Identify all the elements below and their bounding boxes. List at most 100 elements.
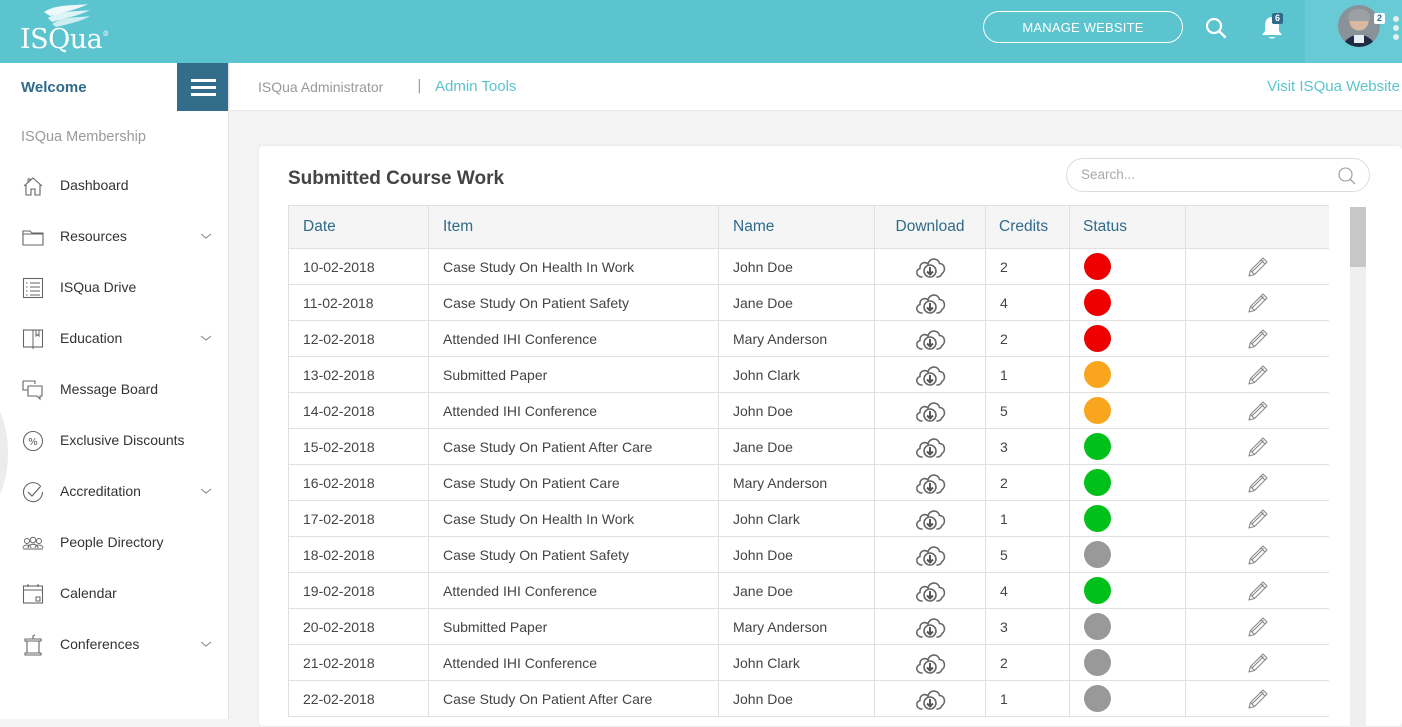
- manage-website-button[interactable]: MANAGE WEBSITE: [983, 11, 1183, 43]
- user-avatar[interactable]: [1338, 5, 1380, 47]
- cell-edit[interactable]: [1185, 356, 1329, 393]
- breadcrumb-current[interactable]: Admin Tools: [435, 78, 516, 95]
- sidebar-item-isqua-drive[interactable]: ISQua Drive: [0, 263, 228, 314]
- cell-edit[interactable]: [1185, 572, 1329, 609]
- column-header-name[interactable]: Name: [718, 205, 875, 249]
- chevron-down-icon[interactable]: [200, 333, 212, 343]
- table-row[interactable]: 22-02-2018 Case Study On Patient After Ca…: [288, 680, 1329, 717]
- cell-download[interactable]: [874, 428, 986, 465]
- cloud-download-icon[interactable]: [913, 254, 947, 280]
- chevron-down-icon[interactable]: [200, 486, 212, 496]
- cloud-download-icon[interactable]: [913, 470, 947, 496]
- search-icon[interactable]: [1204, 16, 1228, 40]
- cell-download[interactable]: [874, 284, 986, 321]
- column-header-status[interactable]: Status: [1069, 205, 1186, 249]
- scrollbar-thumb[interactable]: [1350, 207, 1366, 267]
- edit-pencil-icon[interactable]: [1246, 327, 1270, 351]
- search-input[interactable]: [1081, 167, 1331, 182]
- cell-download[interactable]: [874, 536, 986, 573]
- table-row[interactable]: 11-02-2018 Case Study On Patient Safety Ja…: [288, 284, 1329, 321]
- edit-pencil-icon[interactable]: [1246, 651, 1270, 675]
- cell-download[interactable]: [874, 464, 986, 501]
- column-header-download[interactable]: Download: [874, 205, 986, 249]
- cell-edit[interactable]: [1185, 500, 1329, 537]
- cloud-download-icon[interactable]: [913, 614, 947, 640]
- visit-website-link[interactable]: Visit ISQua Website: [1267, 78, 1400, 95]
- cell-download[interactable]: [874, 500, 986, 537]
- edit-pencil-icon[interactable]: [1246, 255, 1270, 279]
- cloud-download-icon[interactable]: [913, 398, 947, 424]
- breadcrumb-root[interactable]: ISQua Administrator: [258, 79, 383, 95]
- table-row[interactable]: 13-02-2018 Submitted Paper John Clark 1: [288, 356, 1329, 393]
- table-scrollbar[interactable]: [1350, 207, 1366, 727]
- sidebar-item-conferences[interactable]: Conferences: [0, 620, 228, 671]
- sidebar-item-exclusive-discounts[interactable]: % Exclusive Discounts: [0, 416, 228, 467]
- cell-edit[interactable]: [1185, 680, 1329, 717]
- sidebar-item-accreditation[interactable]: Accreditation: [0, 467, 228, 518]
- table-row[interactable]: 12-02-2018 Attended IHI Conference Mary An…: [288, 320, 1329, 357]
- sidebar-item-dashboard[interactable]: Dashboard: [0, 161, 228, 212]
- chevron-down-icon[interactable]: [200, 639, 212, 649]
- cloud-download-icon[interactable]: [913, 362, 947, 388]
- cell-download[interactable]: [874, 248, 986, 285]
- cell-edit[interactable]: [1185, 536, 1329, 573]
- edit-pencil-icon[interactable]: [1246, 363, 1270, 387]
- edit-pencil-icon[interactable]: [1246, 687, 1270, 711]
- search-icon[interactable]: [1337, 166, 1357, 186]
- cloud-download-icon[interactable]: [913, 434, 947, 460]
- column-header-item[interactable]: Item: [428, 205, 719, 249]
- edit-pencil-icon[interactable]: [1246, 471, 1270, 495]
- cell-name: John Doe: [718, 536, 875, 573]
- cell-download[interactable]: [874, 320, 986, 357]
- sidebar-item-calendar[interactable]: Calendar: [0, 569, 228, 620]
- cell-edit[interactable]: [1185, 644, 1329, 681]
- table-row[interactable]: 21-02-2018 Attended IHI Conference John Cl…: [288, 644, 1329, 681]
- cell-edit[interactable]: [1185, 320, 1329, 357]
- edit-pencil-icon[interactable]: [1246, 399, 1270, 423]
- chevron-down-icon[interactable]: [200, 231, 212, 241]
- cloud-download-icon[interactable]: [913, 326, 947, 352]
- edit-pencil-icon[interactable]: [1246, 543, 1270, 567]
- hamburger-menu-button[interactable]: [177, 63, 228, 111]
- cell-download[interactable]: [874, 680, 986, 717]
- sidebar-item-message-board[interactable]: Message Board: [0, 365, 228, 416]
- sidebar-item-people-directory[interactable]: People Directory: [0, 518, 228, 569]
- cloud-download-icon[interactable]: [913, 650, 947, 676]
- cell-edit[interactable]: [1185, 284, 1329, 321]
- table-row[interactable]: 18-02-2018 Case Study On Patient Safety Jo…: [288, 536, 1329, 573]
- cell-edit[interactable]: [1185, 464, 1329, 501]
- cell-edit[interactable]: [1185, 392, 1329, 429]
- table-row[interactable]: 14-02-2018 Attended IHI Conference John Do…: [288, 392, 1329, 429]
- cloud-download-icon[interactable]: [913, 542, 947, 568]
- cell-download[interactable]: [874, 356, 986, 393]
- edit-pencil-icon[interactable]: [1246, 615, 1270, 639]
- cloud-download-icon[interactable]: [913, 506, 947, 532]
- cloud-download-icon[interactable]: [913, 578, 947, 604]
- table-row[interactable]: 15-02-2018 Case Study On Patient After Ca…: [288, 428, 1329, 465]
- cloud-download-icon[interactable]: [913, 686, 947, 712]
- table-row[interactable]: 10-02-2018 Case Study On Health In Work Jo…: [288, 248, 1329, 285]
- edit-pencil-icon[interactable]: [1246, 435, 1270, 459]
- column-header-credits[interactable]: Credits: [985, 205, 1070, 249]
- table-row[interactable]: 16-02-2018 Case Study On Patient Care Mary…: [288, 464, 1329, 501]
- table-row[interactable]: 19-02-2018 Attended IHI Conference Jane Do…: [288, 572, 1329, 609]
- cell-download[interactable]: [874, 644, 986, 681]
- kebab-menu-icon[interactable]: [1393, 16, 1399, 44]
- sidebar-item-education[interactable]: Education: [0, 314, 228, 365]
- search-field[interactable]: [1066, 158, 1370, 192]
- cell-edit[interactable]: [1185, 248, 1329, 285]
- table-row[interactable]: 17-02-2018 Case Study On Health In Work Jo…: [288, 500, 1329, 537]
- edit-pencil-icon[interactable]: [1246, 291, 1270, 315]
- cell-edit[interactable]: [1185, 428, 1329, 465]
- isqua-logo[interactable]: ISQua®: [20, 2, 110, 58]
- sidebar-item-resources[interactable]: Resources: [0, 212, 228, 263]
- table-row[interactable]: 20-02-2018 Submitted Paper Mary Anderson 3: [288, 608, 1329, 645]
- column-header-date[interactable]: Date: [288, 205, 429, 249]
- cell-download[interactable]: [874, 392, 986, 429]
- cell-download[interactable]: [874, 572, 986, 609]
- edit-pencil-icon[interactable]: [1246, 579, 1270, 603]
- cell-edit[interactable]: [1185, 608, 1329, 645]
- cloud-download-icon[interactable]: [913, 290, 947, 316]
- edit-pencil-icon[interactable]: [1246, 507, 1270, 531]
- cell-download[interactable]: [874, 608, 986, 645]
